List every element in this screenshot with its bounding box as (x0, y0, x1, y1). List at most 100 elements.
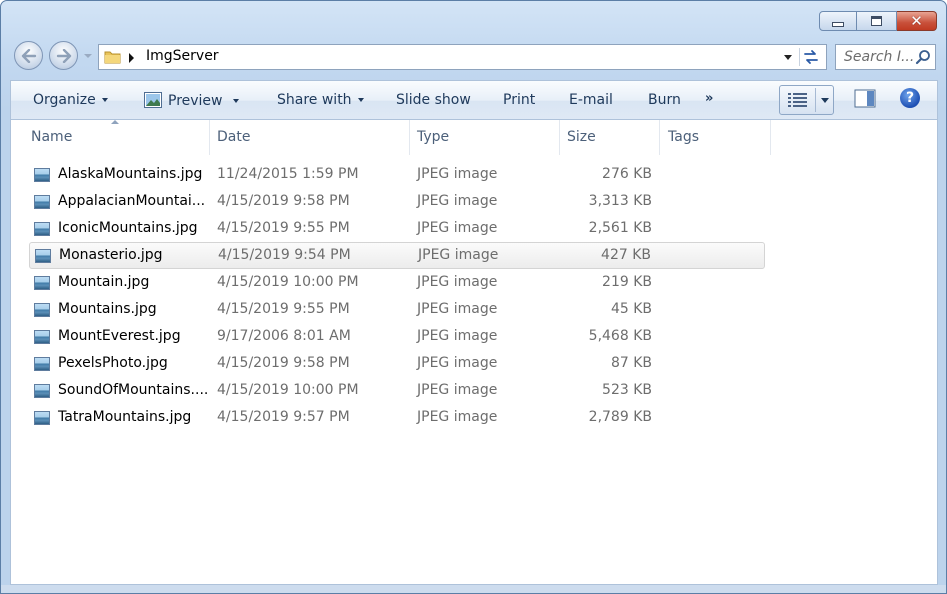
file-size: 87 KB (610, 355, 652, 371)
file-name: TatraMountains.jpg (58, 409, 192, 425)
file-row-hovered[interactable]: Monasterio.jpg 4/15/2019 9:54 PM JPEG im… (29, 242, 765, 269)
file-type: JPEG image (417, 355, 498, 371)
maximize-button[interactable] (857, 11, 897, 31)
close-button[interactable]: ✕ (897, 11, 937, 31)
file-name: AlaskaMountains.jpg (58, 166, 203, 182)
minimize-button[interactable] (819, 11, 857, 31)
file-list-pane: Name Date Type Size Tags AlaskaMountains… (10, 119, 938, 585)
file-type: JPEG image (417, 274, 498, 290)
minimize-icon (832, 21, 844, 27)
file-type: JPEG image (417, 220, 498, 236)
help-icon[interactable]: ? (900, 88, 920, 108)
jpeg-image-icon (34, 330, 50, 344)
file-date: 4/15/2019 9:55 PM (217, 220, 350, 236)
organize-button[interactable]: Organize (33, 92, 108, 108)
file-name: Monasterio.jpg (59, 247, 163, 263)
search-box[interactable]: Search I... (835, 44, 936, 70)
file-row[interactable]: IconicMountains.jpg 4/15/2019 9:55 PM JP… (29, 216, 765, 243)
file-type: JPEG image (417, 328, 498, 344)
window-bottom-frame (1, 585, 946, 593)
details-view-icon (788, 93, 807, 107)
search-icon[interactable] (915, 49, 931, 65)
preview-label: Preview (168, 93, 223, 109)
file-size: 5,468 KB (588, 328, 652, 344)
file-type: JPEG image (417, 382, 498, 398)
file-row[interactable]: PexelsPhoto.jpg 4/15/2019 9:58 PM JPEG i… (29, 351, 765, 378)
file-type: JPEG image (418, 247, 499, 263)
file-name: MountEverest.jpg (58, 328, 181, 344)
file-size: 45 KB (610, 301, 652, 317)
share-with-button[interactable]: Share with (277, 92, 364, 108)
folder-icon (104, 51, 121, 64)
column-header-tags[interactable]: Tags (660, 120, 771, 155)
caption-buttons: ✕ (819, 11, 937, 31)
file-type: JPEG image (417, 166, 498, 182)
file-name: Mountain.jpg (58, 274, 150, 290)
print-button[interactable]: Print (503, 92, 535, 108)
file-row[interactable]: Mountain.jpg 4/15/2019 10:00 PM JPEG ima… (29, 270, 765, 297)
column-headers: Name Date Type Size Tags (11, 120, 771, 155)
organize-label: Organize (33, 92, 96, 108)
forward-button[interactable] (49, 41, 78, 70)
file-size: 276 KB (602, 166, 652, 182)
file-date: 4/15/2019 9:55 PM (217, 301, 350, 317)
recent-pages-dropdown-icon[interactable] (83, 52, 93, 60)
command-bar: Organize Preview Share with Slide show P… (10, 80, 938, 120)
preview-button[interactable]: Preview (144, 92, 239, 109)
file-row[interactable]: MountEverest.jpg 9/17/2006 8:01 AM JPEG … (29, 324, 765, 351)
file-row[interactable]: SoundOfMountains.... 4/15/2019 10:00 PM … (29, 378, 765, 405)
file-name: PexelsPhoto.jpg (58, 355, 168, 371)
slide-show-button[interactable]: Slide show (396, 92, 471, 108)
chevron-down-icon (232, 99, 239, 103)
file-size: 2,789 KB (588, 409, 652, 425)
file-date: 9/17/2006 8:01 AM (217, 328, 351, 344)
file-row[interactable]: Mountains.jpg 4/15/2019 9:55 PM JPEG ima… (29, 297, 765, 324)
file-row[interactable]: TatraMountains.jpg 4/15/2019 9:57 PM JPE… (29, 405, 765, 432)
view-options-dropdown-icon[interactable] (821, 98, 829, 103)
chevron-down-icon (101, 98, 108, 102)
picture-icon (144, 92, 162, 108)
back-button[interactable] (14, 41, 43, 70)
jpeg-image-icon (34, 276, 50, 290)
jpeg-image-icon (34, 384, 50, 398)
file-size: 2,561 KB (588, 220, 652, 236)
email-button[interactable]: E-mail (569, 92, 613, 108)
back-arrow-icon (21, 48, 36, 63)
file-type: JPEG image (417, 193, 498, 209)
column-header-name[interactable]: Name (11, 120, 210, 155)
jpeg-image-icon (34, 195, 50, 209)
jpeg-image-icon (34, 222, 50, 236)
file-size: 427 KB (601, 247, 651, 263)
file-date: 11/24/2015 1:59 PM (217, 166, 359, 182)
column-header-date[interactable]: Date (210, 120, 410, 155)
share-with-label: Share with (277, 92, 352, 108)
file-row[interactable]: AppalacianMountai... 4/15/2019 9:58 PM J… (29, 189, 765, 216)
file-date: 4/15/2019 9:54 PM (218, 247, 351, 263)
change-view-button[interactable] (779, 85, 834, 115)
file-size: 219 KB (602, 274, 652, 290)
column-header-type[interactable]: Type (410, 120, 560, 155)
breadcrumb-imgserver[interactable]: ImgServer (146, 48, 219, 64)
explorer-window: ✕ ImgServer Search I... Organize Preview… (0, 0, 947, 594)
column-header-size[interactable]: Size (560, 120, 660, 155)
file-type: JPEG image (417, 301, 498, 317)
jpeg-image-icon (34, 411, 50, 425)
address-dropdown-icon[interactable] (784, 55, 792, 60)
burn-button[interactable]: Burn (648, 92, 681, 108)
file-type: JPEG image (417, 409, 498, 425)
file-size: 523 KB (602, 382, 652, 398)
file-row[interactable]: AlaskaMountains.jpg 11/24/2015 1:59 PM J… (29, 162, 765, 189)
file-name: Mountains.jpg (58, 301, 157, 317)
more-commands-button[interactable]: » (705, 91, 713, 106)
preview-pane-icon[interactable] (854, 89, 876, 109)
file-date: 4/15/2019 9:58 PM (217, 193, 350, 209)
breadcrumb-separator-icon[interactable] (129, 53, 134, 63)
jpeg-image-icon (34, 303, 50, 317)
refresh-button[interactable] (799, 48, 822, 66)
file-size: 3,313 KB (588, 193, 652, 209)
file-name: SoundOfMountains.... (58, 382, 209, 398)
close-icon: ✕ (910, 11, 923, 30)
jpeg-image-icon (34, 357, 50, 371)
search-input[interactable]: Search I... (844, 49, 914, 65)
address-bar[interactable]: ImgServer (98, 44, 827, 70)
